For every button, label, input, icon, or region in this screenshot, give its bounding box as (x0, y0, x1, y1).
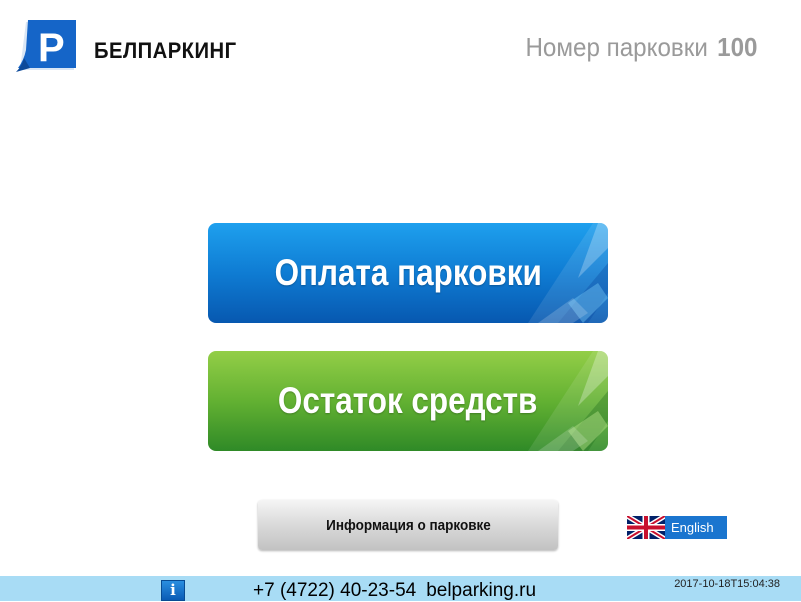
parking-label: Номер парковки (524, 32, 708, 62)
parking-number-label: Номер парковки 100 (525, 32, 757, 63)
contacts: +7 (4722) 40-23-54 belparking.ru (253, 580, 536, 602)
pay-parking-button[interactable]: Оплата парковки (208, 223, 608, 323)
balance-button[interactable]: Остаток средств (208, 351, 608, 451)
belparking-logo-icon: P (16, 20, 76, 72)
info-icon-letter: i (170, 581, 176, 599)
english-language-button[interactable]: English (627, 516, 727, 539)
info-icon[interactable]: i (161, 580, 185, 601)
brand-name: БЕЛПАРКИНГ (94, 38, 237, 63)
pay-parking-label: Оплата парковки (274, 252, 542, 293)
phone-number: +7 (4722) 40-23-54 (253, 580, 417, 601)
parking-info-label: Информация о парковке (325, 516, 491, 534)
uk-flag-icon (627, 516, 665, 539)
website: belparking.ru (426, 580, 537, 601)
logo-letter: P (38, 26, 65, 70)
parking-info-button[interactable]: Информация о парковке (258, 500, 558, 550)
english-label: English (671, 520, 714, 535)
balance-label: Остаток средств (278, 380, 538, 421)
parking-number: 100 (716, 32, 757, 62)
timestamp: 2017-10-18T15:04:38 (674, 578, 780, 590)
